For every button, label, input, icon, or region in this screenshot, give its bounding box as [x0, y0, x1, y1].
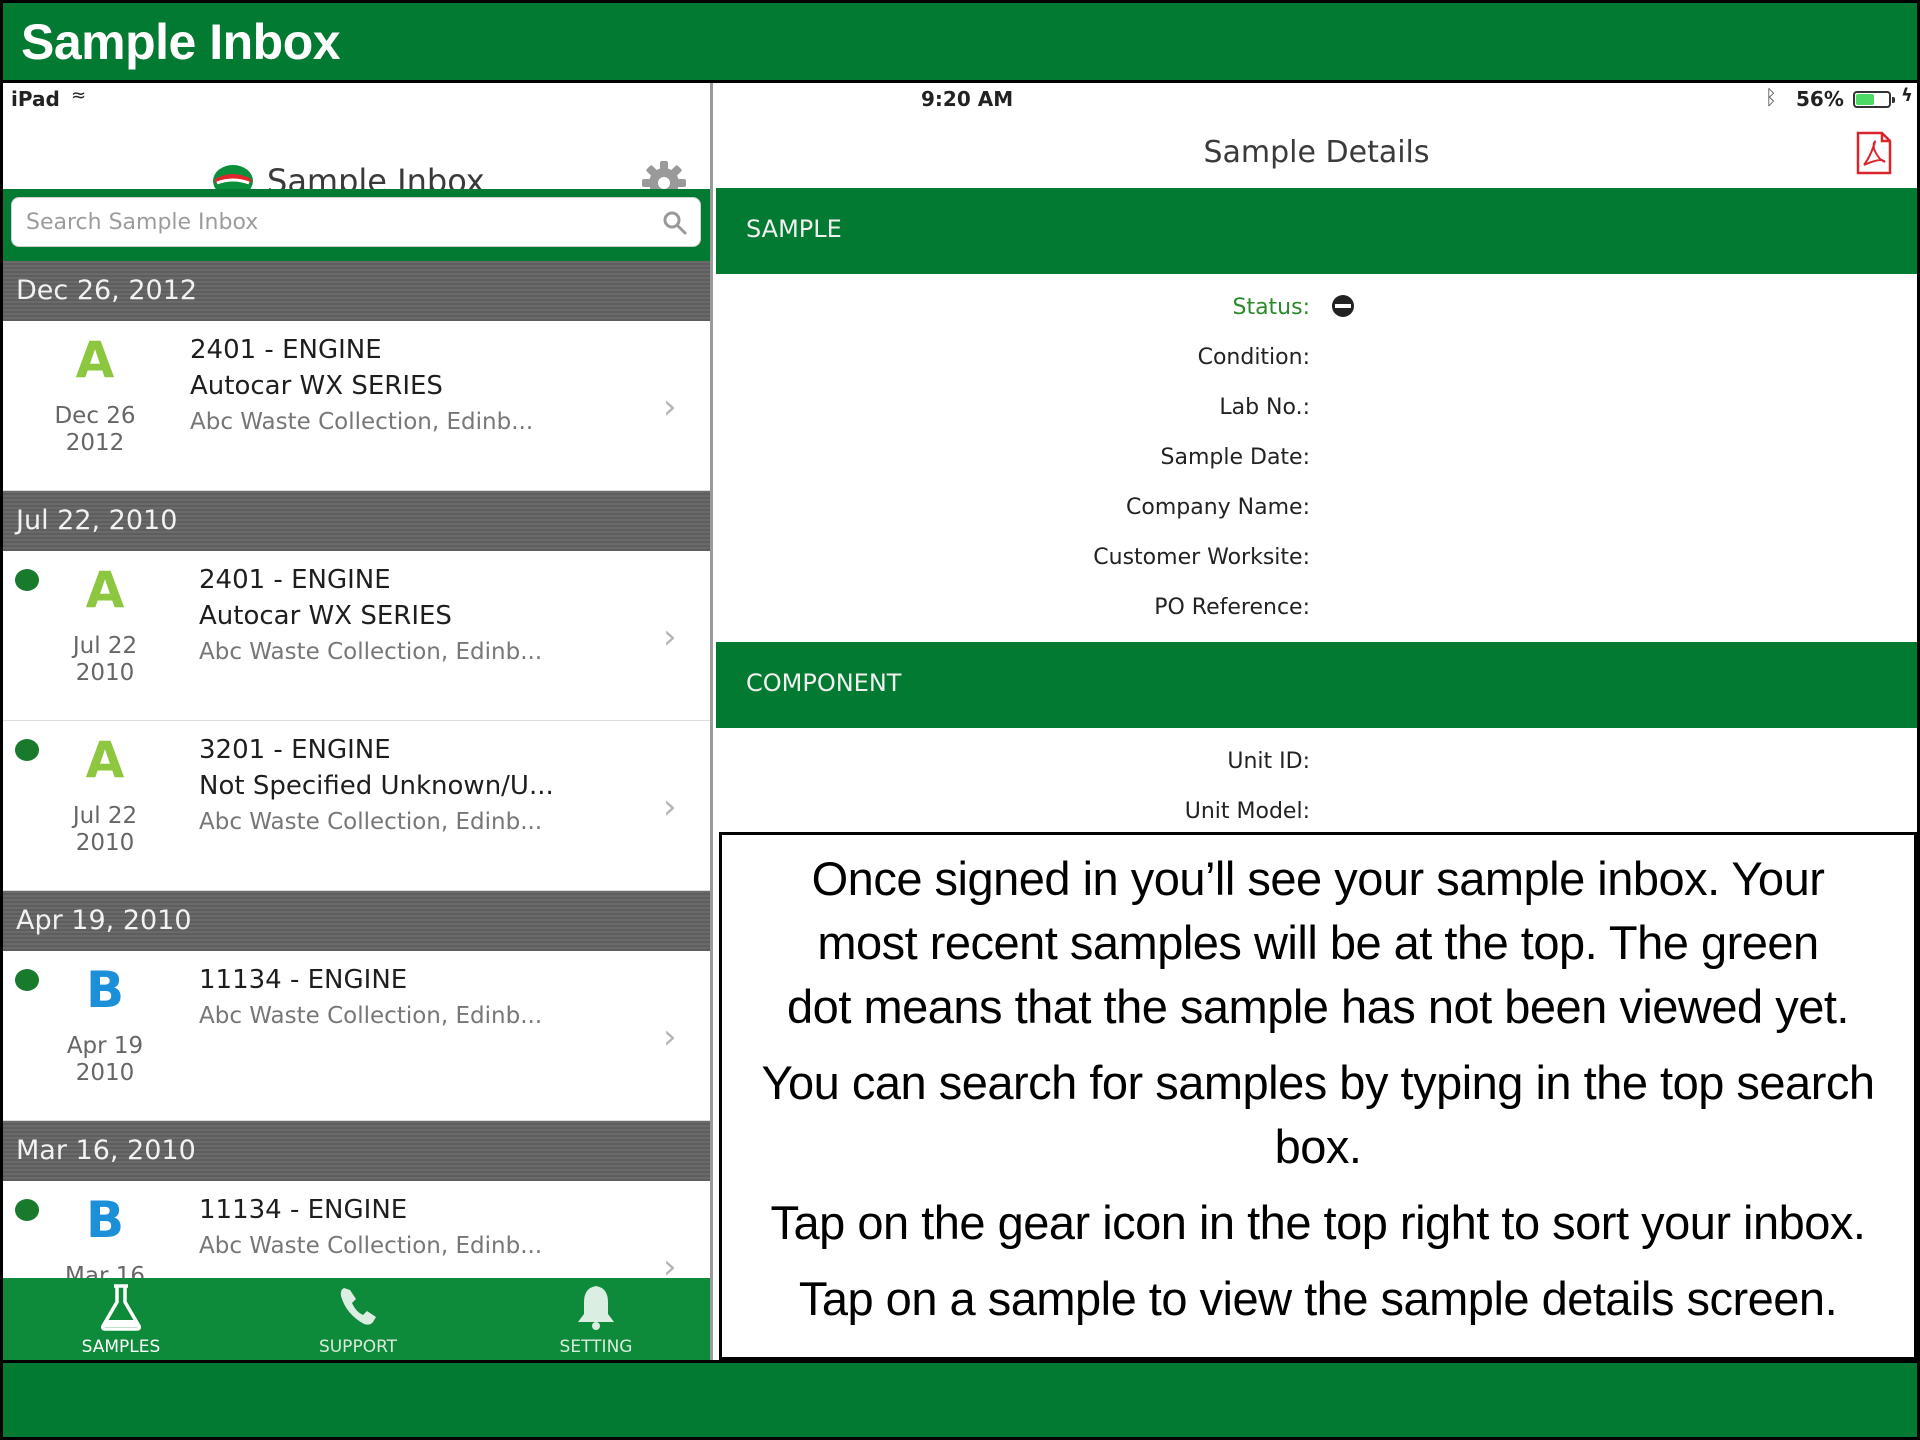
company-name-label: Company Name: — [1126, 495, 1310, 520]
tab-label: SUPPORT — [318, 1337, 398, 1357]
po-reference-label: PO Reference: — [1154, 595, 1310, 620]
sample-row[interactable]: B Apr 19 2010 11134 - ENGINE Abc Waste C… — [3, 951, 710, 1121]
sample-section-header: SAMPLE — [716, 188, 1917, 274]
details-nav-bar: Sample Details — [716, 113, 1917, 188]
row-customer: Abc Waste Collection, Edinb... — [199, 809, 543, 835]
sample-row[interactable]: B Mar 16 2010 11134 - ENGINE Abc Waste C… — [3, 1181, 710, 1278]
inbox-pane: Sample Inbox Search Sample Inbox Dec 26,… — [3, 83, 713, 1360]
details-title: Sample Details — [1203, 135, 1430, 170]
row-customer: Abc Waste Collection, Edinb... — [199, 639, 543, 665]
search-input[interactable] — [26, 206, 646, 238]
grade-badge: A — [85, 731, 125, 789]
row-date: Dec 26 2012 — [45, 403, 145, 457]
tab-label: SETTING — [559, 1337, 633, 1357]
tab-setting[interactable]: SETTING — [496, 1278, 696, 1360]
row-date-day: Jul 22 — [72, 633, 138, 659]
row-component: 11134 - ENGINE — [199, 1195, 408, 1225]
chevron-right-icon: › — [663, 787, 677, 827]
grade-badge: B — [85, 961, 125, 1019]
row-component: 2401 - ENGINE — [199, 565, 391, 595]
row-date-day: Mar 16 — [65, 1263, 145, 1278]
tab-samples[interactable]: SAMPLES — [21, 1278, 221, 1360]
component-section-header: COMPONENT — [716, 642, 1917, 728]
row-date: Mar 16 2010 — [55, 1263, 155, 1278]
row-date-day: Dec 26 — [54, 403, 136, 429]
grade-badge: A — [85, 561, 125, 619]
row-customer: Abc Waste Collection, Edinb... — [190, 409, 534, 435]
unit-model-label: Unit Model: — [1184, 799, 1310, 824]
phone-icon — [340, 1288, 376, 1325]
callout-paragraph: Once signed in you’ll see your sample in… — [787, 852, 1849, 1033]
section-header: Dec 26, 2012 — [3, 261, 710, 321]
sample-list[interactable]: Dec 26, 2012 A Dec 26 2012 2401 - ENGINE… — [3, 261, 710, 1278]
section-header: Apr 19, 2010 — [3, 891, 710, 951]
search-bar — [3, 189, 710, 261]
row-date: Jul 22 2010 — [55, 633, 155, 687]
chevron-right-icon: › — [663, 1247, 677, 1278]
sample-row[interactable]: A Dec 26 2012 2401 - ENGINE Autocar WX S… — [3, 321, 710, 491]
customer-worksite-label: Customer Worksite: — [1093, 545, 1310, 570]
tab-label: SAMPLES — [81, 1337, 161, 1357]
row-model: Autocar WX SERIES — [190, 371, 443, 401]
chevron-right-icon: › — [663, 387, 677, 427]
status-label: Status: — [1232, 295, 1310, 320]
row-date-year: 2010 — [75, 830, 135, 856]
unviewed-dot-icon — [15, 739, 39, 761]
section-header: Mar 16, 2010 — [3, 1121, 710, 1181]
row-component: 2401 - ENGINE — [190, 335, 382, 365]
row-date: Jul 22 2010 — [55, 803, 155, 857]
row-customer: Abc Waste Collection, Edinb... — [199, 1003, 543, 1029]
bell-icon — [578, 1286, 614, 1330]
condition-label: Condition: — [1197, 345, 1310, 370]
instruction-callout: Once signed in you’ll see your sample in… — [719, 832, 1917, 1360]
slide-footer-bar — [0, 1360, 1920, 1440]
search-field[interactable] — [11, 197, 701, 247]
row-date-year: 2010 — [75, 660, 135, 686]
unit-id-label: Unit ID: — [1227, 749, 1310, 774]
sample-row[interactable]: A Jul 22 2010 2401 - ENGINE Autocar WX S… — [3, 551, 710, 721]
status-indicator-icon — [1332, 295, 1354, 317]
row-date-year: 2010 — [75, 1060, 135, 1086]
callout-paragraph: You can search for samples by typing in … — [761, 1056, 1875, 1173]
lab-no-label: Lab No.: — [1219, 395, 1310, 420]
slide-title: Sample Inbox — [21, 14, 341, 70]
row-date: Apr 19 2010 — [55, 1033, 155, 1087]
row-component: 3201 - ENGINE — [199, 735, 391, 765]
grade-badge: A — [75, 331, 115, 389]
row-model: Autocar WX SERIES — [199, 601, 452, 631]
pdf-icon[interactable] — [1852, 131, 1896, 175]
flask-icon — [101, 1284, 141, 1331]
row-customer: Abc Waste Collection, Edinb... — [199, 1233, 543, 1259]
callout-paragraph: Tap on the gear icon in the top right to… — [770, 1196, 1866, 1249]
unviewed-dot-icon — [15, 969, 39, 991]
row-date-day: Apr 19 — [66, 1033, 144, 1059]
tab-support[interactable]: SUPPORT — [258, 1278, 458, 1360]
chevron-right-icon: › — [663, 617, 677, 657]
tab-bar: SAMPLES SUPPORT SETTING — [3, 1278, 710, 1360]
callout-paragraph: Tap on a sample to view the sample detai… — [798, 1272, 1838, 1325]
unviewed-dot-icon — [15, 569, 39, 591]
grade-badge: B — [85, 1191, 125, 1249]
row-component: 11134 - ENGINE — [199, 965, 408, 995]
unviewed-dot-icon — [15, 1199, 39, 1221]
row-model: Not Specified Unknown/U... — [199, 771, 554, 801]
chevron-right-icon: › — [663, 1017, 677, 1057]
sample-date-label: Sample Date: — [1160, 445, 1310, 470]
section-header: Jul 22, 2010 — [3, 491, 710, 551]
search-icon[interactable] — [662, 210, 688, 236]
row-date-day: Jul 22 — [72, 803, 138, 829]
sample-row[interactable]: A Jul 22 2010 3201 - ENGINE Not Specifie… — [3, 721, 710, 891]
slide-title-bar: Sample Inbox — [0, 0, 1920, 80]
row-date-year: 2012 — [65, 430, 125, 456]
